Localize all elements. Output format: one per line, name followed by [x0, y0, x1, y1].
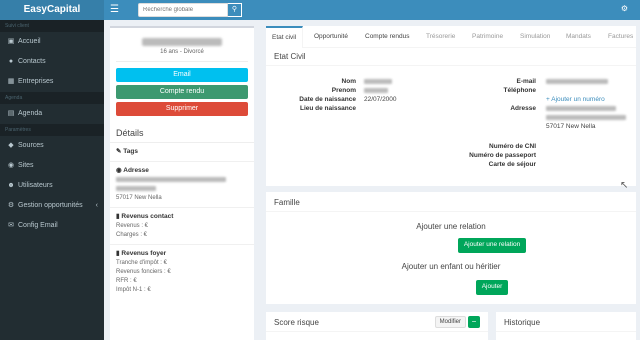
adresse-section: ◉ Adresse 57017 New Nella [110, 162, 254, 208]
redacted-adresse [546, 106, 616, 111]
value-date-naissance: 22/07/2000 [364, 96, 397, 103]
sidebar-section-parametres: Paramètres [0, 124, 104, 136]
tags-section: ✎ Tags [110, 143, 254, 162]
label-prenom: Prenom [331, 87, 356, 94]
sidebar-item-config-email[interactable]: ✉ Config Email [0, 216, 104, 236]
map-marker-icon: ◉ [7, 162, 15, 169]
redacted-prenom [364, 88, 388, 93]
sidebar-item-sites[interactable]: ◉ Sites [0, 156, 104, 176]
sidebar-item-contacts[interactable]: ● Contacts [0, 52, 104, 72]
cog-icon: ⚙ [7, 202, 15, 209]
redacted-adresse [546, 115, 626, 120]
tab-factures[interactable]: Factures [608, 26, 633, 48]
famille-panel: Famille Ajouter une relation Ajouter une… [266, 192, 636, 304]
building-icon: ▦ [7, 78, 15, 85]
calendar-icon: ▤ [7, 110, 15, 117]
global-search: ⚲ [138, 3, 242, 17]
pencil-icon: ✎ [116, 148, 122, 155]
sidebar-section-suivi: Suivi client [0, 20, 104, 32]
profile-panel: 16 ans - Divorcé Email Compte rendu Supp… [110, 26, 254, 340]
tab-etat-civil[interactable]: Etat civil [266, 26, 304, 48]
compte-rendu-button[interactable]: Compte rendu [116, 85, 248, 99]
label-date-naissance: Date de naissance [299, 96, 356, 103]
redacted-text [116, 185, 156, 191]
supprimer-button[interactable]: Supprimer [116, 102, 248, 116]
label-cni: Numéro de CNI [489, 143, 536, 150]
chevron-left-icon: ‹ [95, 202, 98, 209]
details-title: Détails [110, 122, 254, 143]
etat-civil-title: Etat Civil [266, 48, 636, 66]
book-icon: ▮ [116, 213, 120, 220]
label-adresse: Adresse [510, 105, 536, 112]
add-enfant-button[interactable]: Ajouter [476, 280, 508, 295]
famille-title: Famille [266, 192, 636, 212]
revenus-foyer-section: ▮ Revenus foyer Tranche d'impôt : € Reve… [116, 250, 171, 293]
tab-tresorerie[interactable]: Trésorerie [426, 26, 455, 48]
source-icon: ◆ [8, 142, 14, 149]
label-telephone: Téléphone [503, 87, 536, 94]
tab-simulation[interactable]: Simulation [520, 26, 550, 48]
profile-subtitle: 16 ans - Divorcé [160, 49, 204, 55]
hamburger-icon[interactable]: ☰ [110, 4, 119, 16]
label-passeport: Numéro de passeport [469, 152, 536, 159]
sidebar-item-sources[interactable]: ◆ Sources [0, 136, 104, 156]
label-nom: Nom [341, 78, 356, 85]
dashboard-icon: ▣ [7, 38, 15, 45]
sidebar-item-gestion-opportunites[interactable]: ⚙ Gestion opportunités ‹ [0, 196, 104, 216]
search-button[interactable]: ⚲ [228, 3, 242, 17]
value-adresse-city: 57017 New Nella [546, 123, 596, 130]
sidebar-item-utilisateurs[interactable]: ☻ Utilisateurs [0, 176, 104, 196]
sidebar: Suivi client ▣ Accueil ● Contacts ▦ Entrepr… [0, 20, 104, 340]
divider [116, 61, 248, 62]
envelope-icon: ✉ [8, 222, 14, 229]
gear-icon[interactable]: ⚙ [621, 4, 628, 13]
redacted-nom [364, 79, 392, 84]
score-risque-panel: Score risque Modifier − [266, 312, 488, 340]
email-button[interactable]: Email [116, 68, 248, 82]
modifier-button[interactable]: Modifier [434, 316, 466, 328]
sidebar-item-agenda[interactable]: ▤ Agenda [0, 104, 104, 124]
users-icon: ● [8, 58, 14, 65]
historique-title: Historique [496, 312, 636, 332]
redacted-email [546, 79, 608, 84]
search-icon: ⚲ [231, 6, 238, 13]
enfant-text: Ajouter un enfant ou héritier [401, 262, 501, 271]
sidebar-section-agenda: Agenda [0, 92, 104, 104]
tab-opportunite[interactable]: Opportunité [314, 26, 348, 48]
tab-compte-rendus[interactable]: Compte rendus [365, 26, 409, 48]
top-navbar: EasyCapital ☰ ⚲ ⚙ [0, 0, 640, 20]
historique-panel: Historique [496, 312, 636, 340]
tab-bar: Etat civil Opportunité Compte rendus Tré… [266, 26, 636, 48]
collapse-button[interactable]: − [468, 316, 480, 328]
label-email: E-mail [516, 78, 536, 85]
search-input[interactable] [138, 3, 228, 17]
profile-name-redacted [142, 38, 222, 46]
tab-patrimoine[interactable]: Patrimoine [472, 26, 503, 48]
etat-civil-panel: Etat civil Opportunité Compte rendus Tré… [266, 26, 636, 186]
label-lieu-naissance: Lieu de naissance [300, 105, 356, 112]
label-sejour: Carte de séjour [488, 161, 536, 168]
mouse-cursor-icon: ↖ [620, 180, 629, 191]
revenus-contact-section: ▮ Revenus contact Revenus : € Charges : … [110, 208, 254, 245]
relation-text: Ajouter une relation [416, 222, 486, 231]
tab-mandats[interactable]: Mandats [566, 26, 591, 48]
user-icon: ☻ [7, 182, 15, 189]
map-marker-icon: ◉ [116, 167, 122, 174]
add-relation-button[interactable]: Ajouter une relation [458, 238, 526, 253]
redacted-text [116, 176, 226, 182]
book-icon: ▮ [116, 250, 120, 257]
sidebar-item-accueil[interactable]: ▣ Accueil [0, 32, 104, 52]
sidebar-item-entreprises[interactable]: ▦ Entreprises [0, 72, 104, 92]
brand-logo[interactable]: EasyCapital [0, 0, 104, 20]
add-phone-link[interactable]: + Ajouter un numéro [546, 96, 605, 103]
